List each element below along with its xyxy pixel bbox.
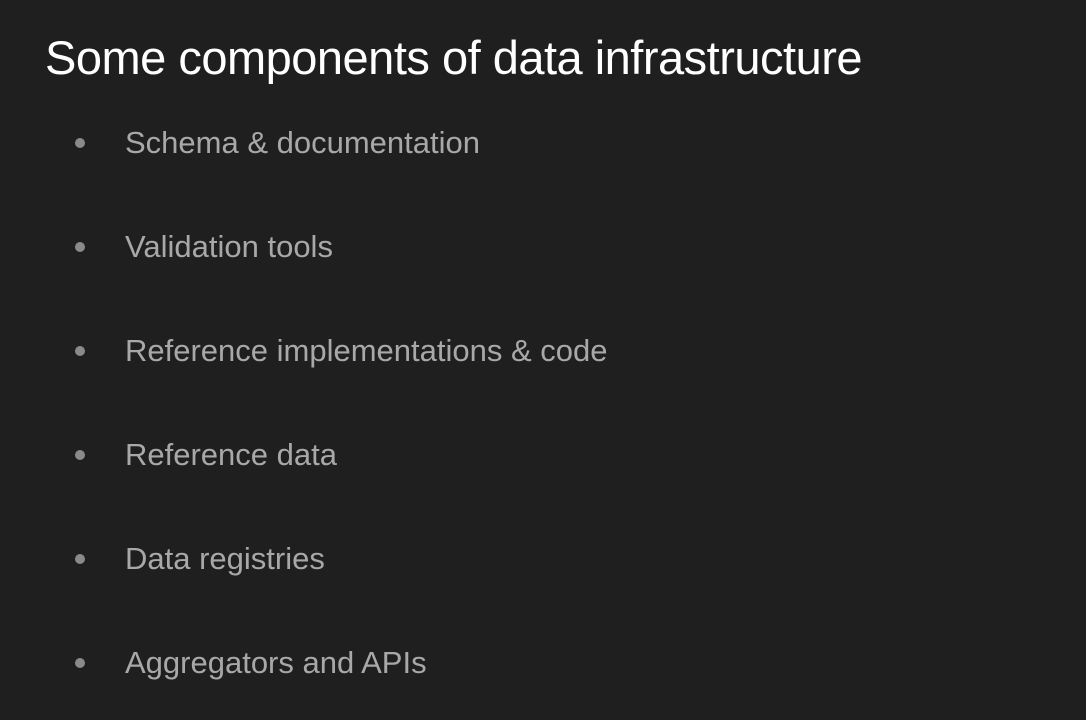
bullet-icon bbox=[75, 658, 85, 668]
bullet-text: Aggregators and APIs bbox=[125, 645, 427, 681]
bullet-text: Validation tools bbox=[125, 229, 333, 265]
bullet-text: Schema & documentation bbox=[125, 125, 480, 161]
bullet-list: Schema & documentation Validation tools … bbox=[45, 125, 1041, 681]
list-item: Aggregators and APIs bbox=[75, 645, 1041, 681]
bullet-icon bbox=[75, 450, 85, 460]
list-item: Schema & documentation bbox=[75, 125, 1041, 161]
bullet-text: Reference data bbox=[125, 437, 337, 473]
list-item: Reference implementations & code bbox=[75, 333, 1041, 369]
list-item: Data registries bbox=[75, 541, 1041, 577]
bullet-text: Data registries bbox=[125, 541, 325, 577]
bullet-text: Reference implementations & code bbox=[125, 333, 607, 369]
bullet-icon bbox=[75, 554, 85, 564]
bullet-icon bbox=[75, 242, 85, 252]
list-item: Validation tools bbox=[75, 229, 1041, 265]
bullet-icon bbox=[75, 138, 85, 148]
slide-container: Some components of data infrastructure S… bbox=[0, 0, 1086, 711]
bullet-icon bbox=[75, 346, 85, 356]
slide-title: Some components of data infrastructure bbox=[45, 30, 1041, 85]
list-item: Reference data bbox=[75, 437, 1041, 473]
